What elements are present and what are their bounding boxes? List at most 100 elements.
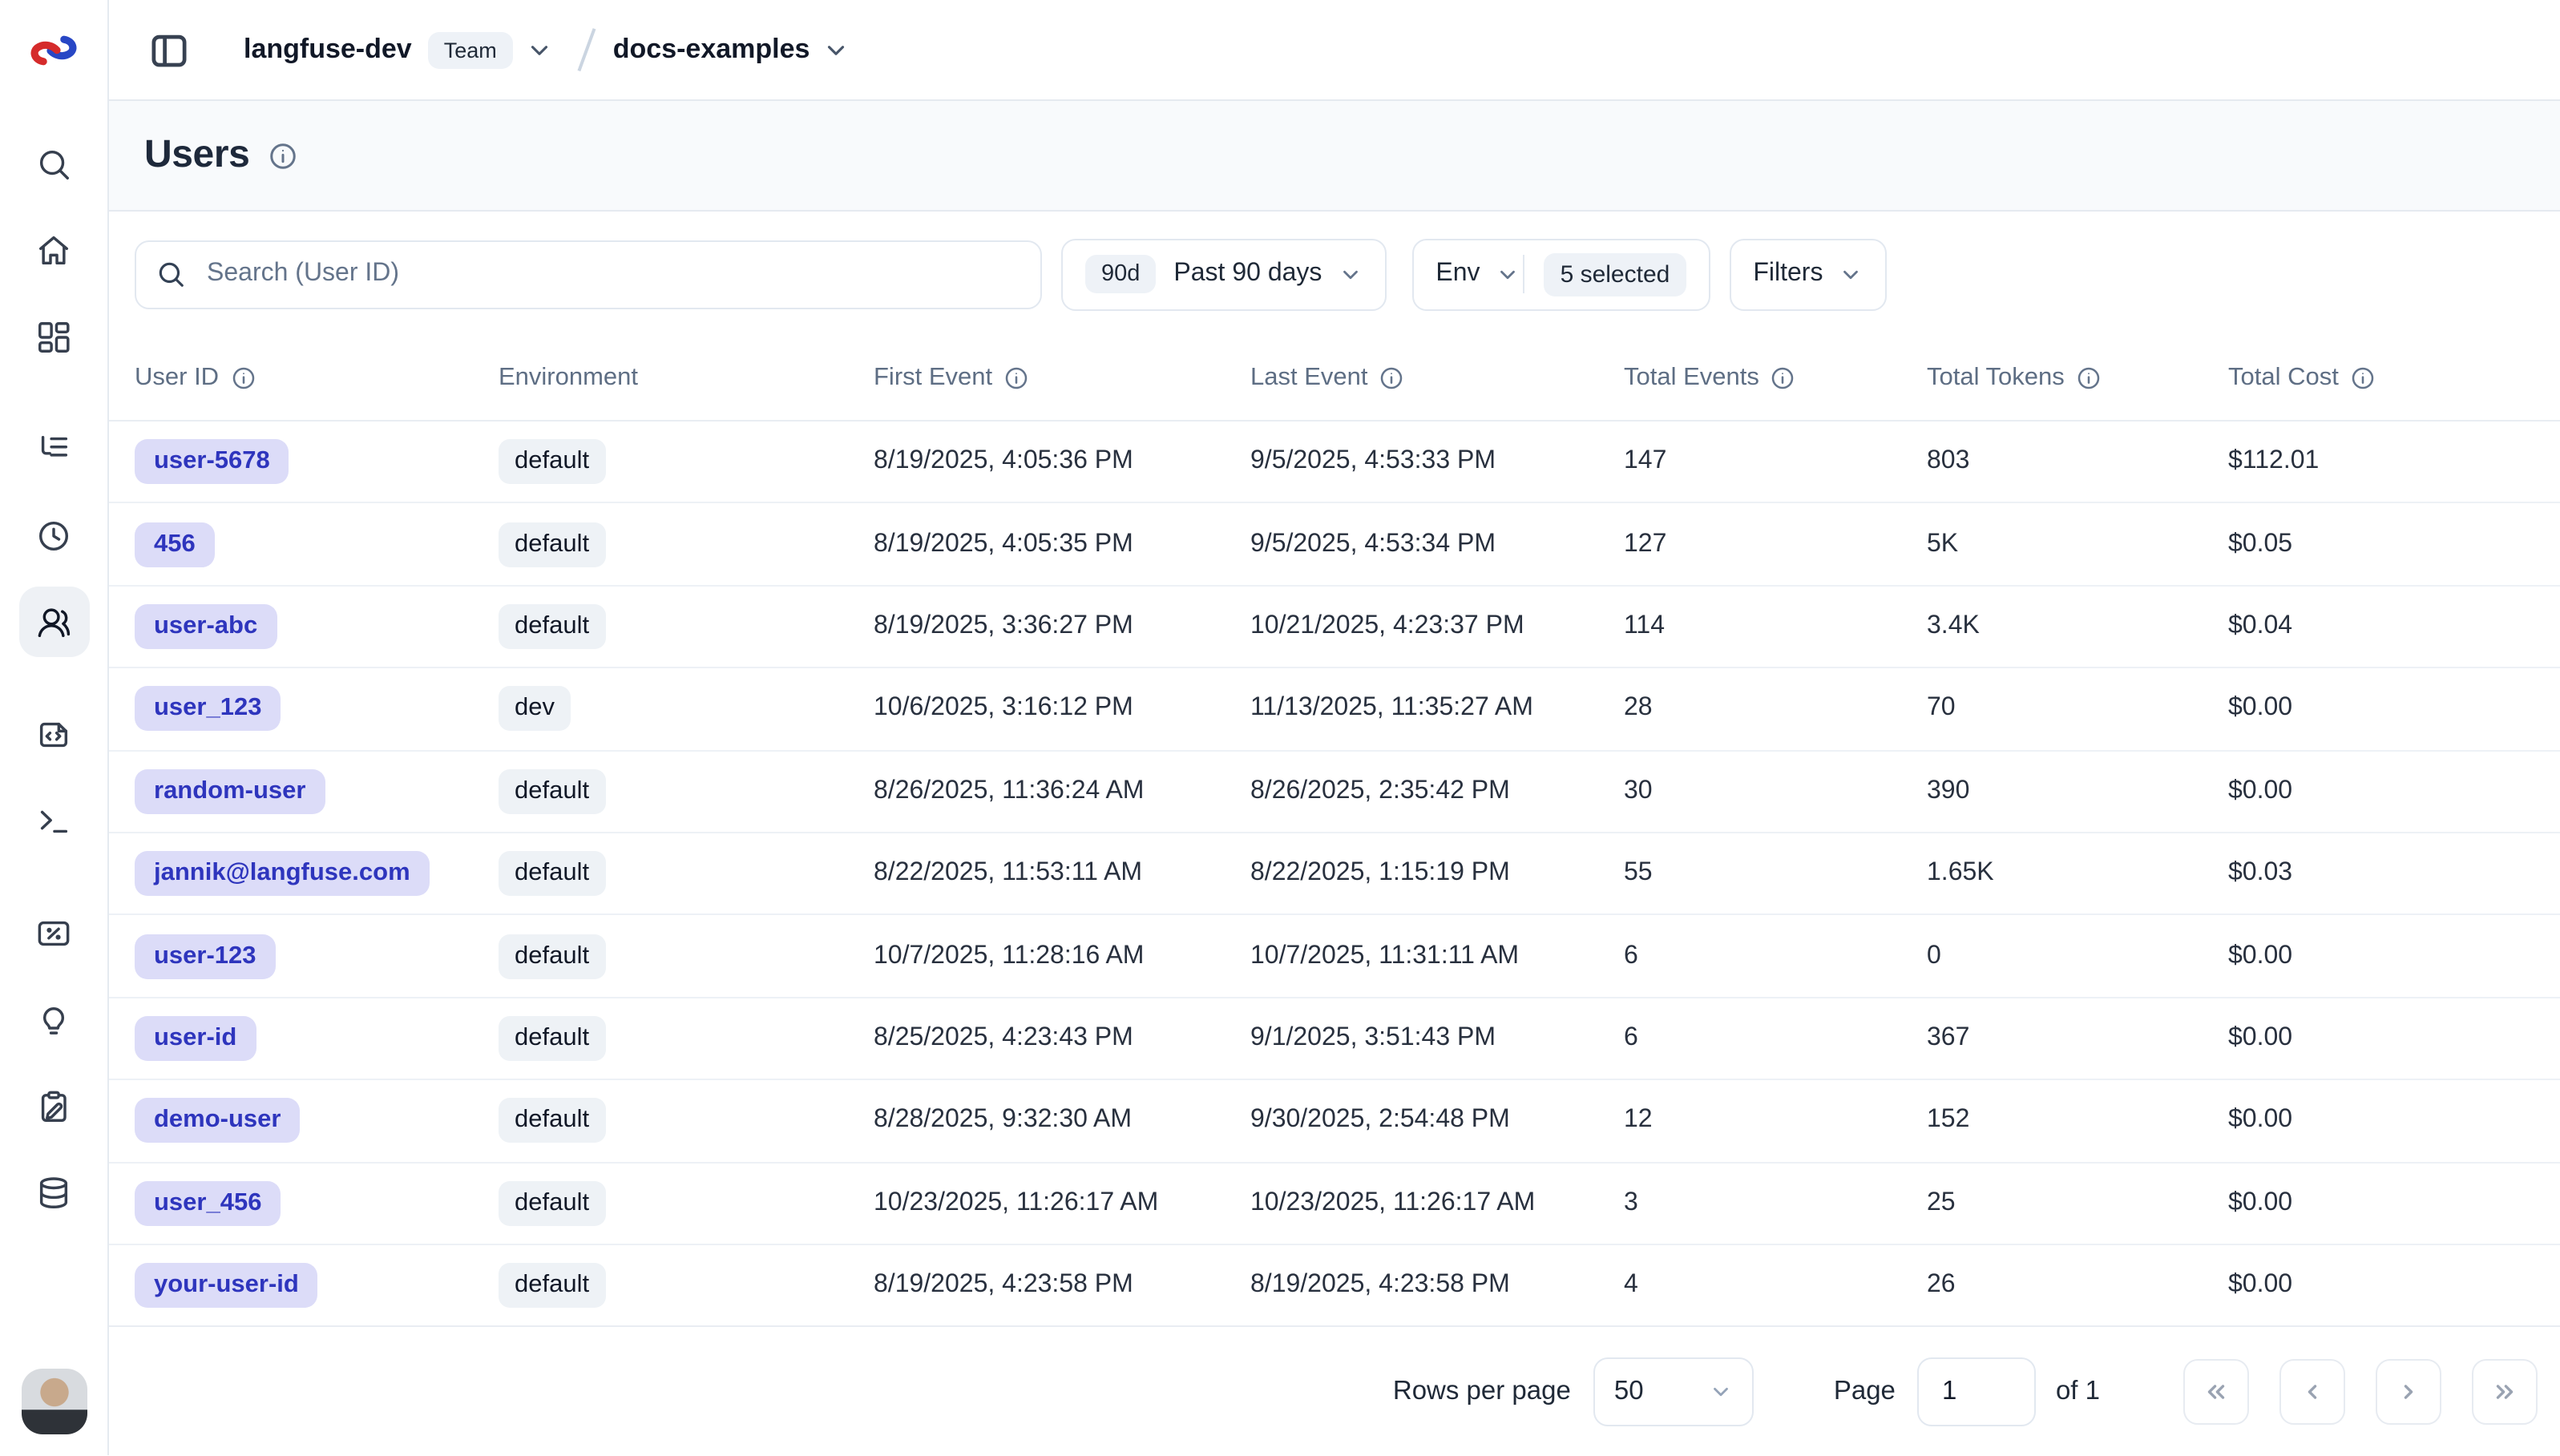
rows-per-page-value: 50 <box>1614 1377 1644 1407</box>
column-header-total_cost[interactable]: Total Cost <box>2228 364 2560 393</box>
column-header-environment[interactable]: Environment <box>499 364 874 393</box>
total-cost-cell: $112.01 <box>2228 447 2560 476</box>
last-page-button[interactable] <box>2472 1359 2538 1425</box>
user-id-badge[interactable]: demo-user <box>135 1099 301 1143</box>
table-row[interactable]: user-abcdefault8/19/2025, 3:36:27 PM10/2… <box>109 587 2560 669</box>
total-tokens-cell: 3.4K <box>1927 612 2228 641</box>
table-row[interactable]: demo-userdefault8/28/2025, 9:32:30 AM9/3… <box>109 1080 2560 1163</box>
environment-badge: default <box>499 1016 605 1061</box>
project-name[interactable]: docs-examples <box>613 34 810 66</box>
environment-cell: default <box>499 522 874 567</box>
user-id-badge[interactable]: 456 <box>135 522 215 567</box>
user-id-cell: user-abc <box>135 604 499 649</box>
column-header-last_event[interactable]: Last Event <box>1250 364 1624 393</box>
project-chevron-down-icon[interactable] <box>822 36 850 63</box>
page-title-info-icon[interactable] <box>267 140 297 171</box>
column-label: First Event <box>874 364 992 393</box>
sidebar-item-prompts[interactable] <box>18 699 89 769</box>
total-events-cell: 147 <box>1624 447 1927 476</box>
table-row[interactable]: user_123dev10/6/2025, 3:16:12 PM11/13/20… <box>109 668 2560 751</box>
sidebar-item-datasets[interactable] <box>18 1157 89 1228</box>
column-header-user_id[interactable]: User ID <box>135 364 499 393</box>
search-icon <box>35 145 72 182</box>
first-page-button[interactable] <box>2183 1359 2249 1425</box>
environment-cell: default <box>499 1180 874 1225</box>
first-event-cell: 10/7/2025, 11:28:16 AM <box>874 942 1250 970</box>
annotation-icon <box>35 1087 72 1124</box>
date-range-badge: 90d <box>1085 255 1156 293</box>
sidebar-toggle-icon[interactable] <box>141 22 196 77</box>
first-event-cell: 10/23/2025, 11:26:17 AM <box>874 1188 1250 1217</box>
rows-per-page-select[interactable]: 50 <box>1593 1357 1754 1426</box>
environment-badge: default <box>499 934 605 978</box>
sidebar-item-playground[interactable] <box>18 785 89 856</box>
column-header-total_tokens[interactable]: Total Tokens <box>1927 364 2228 393</box>
sidebar-item-tracing[interactable] <box>18 413 89 484</box>
user-id-cell: user_456 <box>135 1180 499 1225</box>
langfuse-logo-icon[interactable] <box>27 24 80 77</box>
last-event-cell: 8/26/2025, 2:35:42 PM <box>1250 777 1624 806</box>
info-icon <box>2076 365 2102 391</box>
sidebar-item-search[interactable] <box>18 128 89 199</box>
sidebar-item-sessions[interactable] <box>18 500 89 571</box>
next-page-button[interactable] <box>2376 1359 2441 1425</box>
app-window: langfuse-dev Team docs-examples Users <box>0 0 2560 1438</box>
search-icon <box>155 259 186 289</box>
user-id-badge[interactable]: user-abc <box>135 604 277 649</box>
filters-button[interactable]: Filters <box>1729 238 1887 310</box>
total-cost-cell: $0.03 <box>2228 859 2560 888</box>
org-chevron-down-icon[interactable] <box>526 36 553 63</box>
table-row[interactable]: 456default8/19/2025, 4:05:35 PM9/5/2025,… <box>109 504 2560 587</box>
dashboards-icon <box>35 318 72 355</box>
date-chevron-down-icon <box>1338 262 1362 286</box>
user-id-badge[interactable]: your-user-id <box>135 1263 318 1308</box>
rows-per-page-chevron-icon <box>1709 1380 1733 1404</box>
datasets-icon <box>35 1174 72 1211</box>
sidebar <box>0 101 109 1456</box>
column-header-total_events[interactable]: Total Events <box>1624 364 1927 393</box>
rows-per-page-label: Rows per page <box>1393 1377 1571 1407</box>
user-id-cell: user-123 <box>135 934 499 978</box>
chevrons-left-icon <box>2203 1378 2230 1406</box>
first-event-cell: 8/19/2025, 4:05:36 PM <box>874 447 1250 476</box>
sidebar-item-evaluation[interactable] <box>18 897 89 968</box>
table-row[interactable]: user-iddefault8/25/2025, 4:23:43 PM9/1/2… <box>109 998 2560 1080</box>
user-avatar[interactable] <box>21 1369 87 1435</box>
user-id-badge[interactable]: user-123 <box>135 934 276 978</box>
last-event-cell: 9/30/2025, 2:54:48 PM <box>1250 1107 1624 1135</box>
table-row[interactable]: your-user-id default 8/19/2025, 4:23:58 PM… <box>109 1245 2560 1326</box>
last-event-cell: 10/23/2025, 11:26:17 AM <box>1250 1188 1624 1217</box>
table-row[interactable]: user_456default10/23/2025, 11:26:17 AM10… <box>109 1163 2560 1245</box>
column-header-first_event[interactable]: First Event <box>874 364 1250 393</box>
user-id-badge[interactable]: user_456 <box>135 1180 281 1225</box>
sidebar-item-insights[interactable] <box>18 984 89 1055</box>
table-row[interactable]: random-userdefault8/26/2025, 11:36:24 AM… <box>109 751 2560 833</box>
previous-page-button[interactable] <box>2279 1359 2345 1425</box>
date-range-button[interactable]: 90d Past 90 days <box>1061 238 1386 310</box>
table-row[interactable]: jannik@langfuse.comdefault8/22/2025, 11:… <box>109 833 2560 916</box>
chevron-left-icon <box>2299 1378 2326 1406</box>
sidebar-item-users[interactable] <box>18 587 89 657</box>
search-input[interactable] <box>135 240 1042 309</box>
user-id-badge[interactable]: user-id <box>135 1016 256 1061</box>
total-tokens-cell: 26 <box>1927 1271 2228 1300</box>
environment-cell: default <box>499 1263 874 1308</box>
env-filter-button[interactable]: Env 5 selected <box>1411 238 1710 310</box>
user-id-badge[interactable]: user_123 <box>135 687 281 732</box>
environment-cell: default <box>499 1016 874 1061</box>
user-id-badge[interactable]: jannik@langfuse.com <box>135 851 430 896</box>
table-row[interactable]: user-123default10/7/2025, 11:28:16 AM10/… <box>109 916 2560 998</box>
last-event-cell: 8/19/2025, 4:23:58 PM <box>1250 1271 1624 1300</box>
user-id-badge[interactable]: user-5678 <box>135 439 289 484</box>
user-id-badge[interactable]: random-user <box>135 769 325 814</box>
page-number-input[interactable] <box>1918 1357 2037 1426</box>
sidebar-item-annotation[interactable] <box>18 1071 89 1141</box>
org-name[interactable]: langfuse-dev <box>244 34 412 66</box>
sidebar-item-home[interactable] <box>18 215 89 285</box>
table-row[interactable]: user-5678default8/19/2025, 4:05:36 PM9/5… <box>109 421 2560 504</box>
total-tokens-cell: 803 <box>1927 447 2228 476</box>
user-id-cell: your-user-id <box>135 1263 499 1308</box>
sidebar-item-dashboards[interactable] <box>18 301 89 372</box>
total-tokens-cell: 5K <box>1927 530 2228 559</box>
column-label: User ID <box>135 364 219 393</box>
